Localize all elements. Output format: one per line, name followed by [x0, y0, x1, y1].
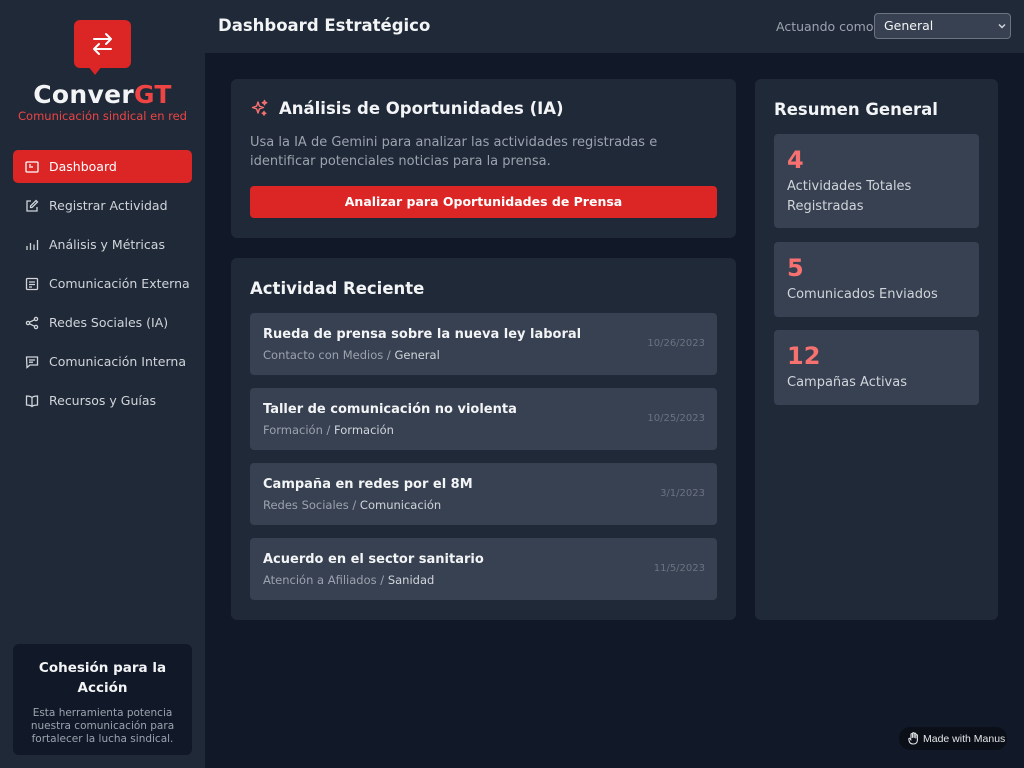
- nav-comunicacion-externa-label: Comunicación Externa: [49, 276, 190, 291]
- nav-analisis-metricas[interactable]: Análisis y Métricas: [13, 228, 192, 261]
- activity-title: Acuerdo en el sector sanitario: [263, 552, 484, 567]
- activity-item[interactable]: Taller de comunicación no violenta Forma…: [250, 388, 717, 450]
- nav-analisis-metricas-label: Análisis y Métricas: [49, 237, 165, 252]
- message-icon: [25, 355, 39, 369]
- nav-comunicacion-externa[interactable]: Comunicación Externa: [13, 267, 192, 300]
- stat-communiques-sent: 5 Comunicados Enviados: [774, 242, 979, 317]
- bar-chart-icon: [26, 239, 39, 250]
- top-header: Dashboard Estratégico Actuando como: Gen…: [205, 0, 1024, 53]
- ai-card-header: Análisis de Oportunidades (IA): [250, 99, 564, 118]
- nav-redes-sociales-label: Redes Sociales (IA): [49, 315, 169, 330]
- nav-redes-sociales[interactable]: Redes Sociales (IA): [13, 306, 192, 339]
- made-with-manus-label: Made with Manus: [923, 732, 1006, 745]
- nav-registrar-actividad[interactable]: Registrar Actividad: [13, 189, 192, 222]
- nav-recursos-guias-label: Recursos y Guías: [49, 393, 157, 408]
- ai-card-title: Análisis de Oportunidades (IA): [279, 99, 564, 118]
- dashboard-icon: [25, 160, 39, 173]
- newspaper-icon: [25, 277, 39, 290]
- ai-opportunities-card: Análisis de Oportunidades (IA) Usa la IA…: [231, 79, 736, 238]
- book-icon: [25, 394, 39, 407]
- nav-dashboard[interactable]: Dashboard: [13, 150, 192, 183]
- stat-label: Comunicados Enviados: [787, 287, 938, 302]
- sparkles-icon: [251, 99, 268, 116]
- activity-category: Atención a Afiliados: [263, 573, 377, 587]
- stat-active-campaigns: 12 Campañas Activas: [774, 330, 979, 405]
- activity-department: Comunicación: [359, 498, 442, 512]
- activity-category: Formación: [263, 423, 323, 437]
- recent-activity-title: Actividad Reciente: [250, 279, 425, 298]
- activity-department: Formación: [334, 423, 394, 437]
- activity-title: Campaña en redes por el 8M: [263, 477, 473, 492]
- activity-meta: Atención a Afiliados / Sanidad: [263, 573, 435, 587]
- brand-name: ConverGT: [33, 80, 172, 109]
- cohesion-card-title: Cohesión para la Acción: [38, 660, 167, 696]
- nav-registrar-actividad-label: Registrar Actividad: [49, 198, 168, 213]
- nav-comunicacion-interna-label: Comunicación Interna: [49, 354, 186, 369]
- made-with-manus-badge[interactable]: Made with Manus: [899, 727, 1007, 750]
- logo-icon: [74, 20, 131, 68]
- activity-item[interactable]: Acuerdo en el sector sanitario Atención …: [250, 538, 717, 600]
- ai-card-description: Usa la IA de Gemini para analizar las ac…: [250, 135, 658, 169]
- acting-as-label: Actuando como:: [776, 19, 878, 34]
- cohesion-card-text: Esta herramienta potencia nuestra comuni…: [30, 707, 175, 745]
- activity-date: 10/26/2023: [647, 338, 705, 349]
- nav-comunicacion-interna[interactable]: Comunicación Interna: [13, 345, 192, 378]
- manus-hand-icon: [908, 732, 918, 745]
- activity-date: 11/5/2023: [653, 563, 705, 574]
- stat-label: Campañas Activas: [787, 375, 907, 390]
- brand-tagline: Comunicación sindical en red: [18, 109, 187, 123]
- page-title: Dashboard Estratégico: [218, 16, 431, 35]
- activity-meta: Redes Sociales / Comunicación: [263, 498, 442, 512]
- activity-title: Taller de comunicación no violenta: [263, 402, 517, 417]
- nav-recursos-guias[interactable]: Recursos y Guías: [13, 384, 192, 417]
- activity-department: General: [394, 348, 440, 362]
- activity-date: 10/25/2023: [647, 413, 705, 424]
- role-select[interactable]: General: [874, 13, 1011, 39]
- nav-dashboard-label: Dashboard: [49, 159, 117, 174]
- stat-total-activities: 4 Actividades Totales Registradas: [774, 134, 979, 228]
- stat-value: 12: [787, 342, 821, 370]
- activity-title: Rueda de prensa sobre la nueva ley labor…: [263, 327, 582, 342]
- activity-meta: Formación / Formación: [263, 423, 394, 437]
- activity-category: Contacto con Medios: [263, 348, 384, 362]
- logo-tail: [88, 66, 102, 75]
- summary-title: Resumen General: [774, 100, 938, 119]
- stat-value: 5: [787, 254, 804, 282]
- summary-card: Resumen General 4 Actividades Totales Re…: [755, 79, 998, 620]
- stat-label: Actividades Totales Registradas: [787, 179, 912, 214]
- activity-department: Sanidad: [387, 573, 435, 587]
- cohesion-card: Cohesión para la Acción Esta herramienta…: [13, 644, 192, 755]
- share-icon: [25, 316, 39, 329]
- activity-category: Redes Sociales: [263, 498, 349, 512]
- chevron-down-icon: [998, 23, 1006, 29]
- activity-meta: Contacto con Medios / General: [263, 348, 440, 362]
- edit-icon: [26, 199, 39, 212]
- stat-value: 4: [787, 146, 804, 174]
- recent-activity-card: Actividad Reciente Rueda de prensa sobre…: [231, 258, 736, 620]
- activity-item[interactable]: Campaña en redes por el 8M Redes Sociale…: [250, 463, 717, 525]
- analyze-press-button[interactable]: Analizar para Oportunidades de Prensa: [250, 186, 717, 218]
- activity-date: 3/1/2023: [660, 488, 705, 499]
- role-select-value: General: [884, 18, 934, 33]
- sidebar: ConverGT Comunicación sindical en red Da…: [0, 0, 205, 768]
- activity-item[interactable]: Rueda de prensa sobre la nueva ley labor…: [250, 313, 717, 375]
